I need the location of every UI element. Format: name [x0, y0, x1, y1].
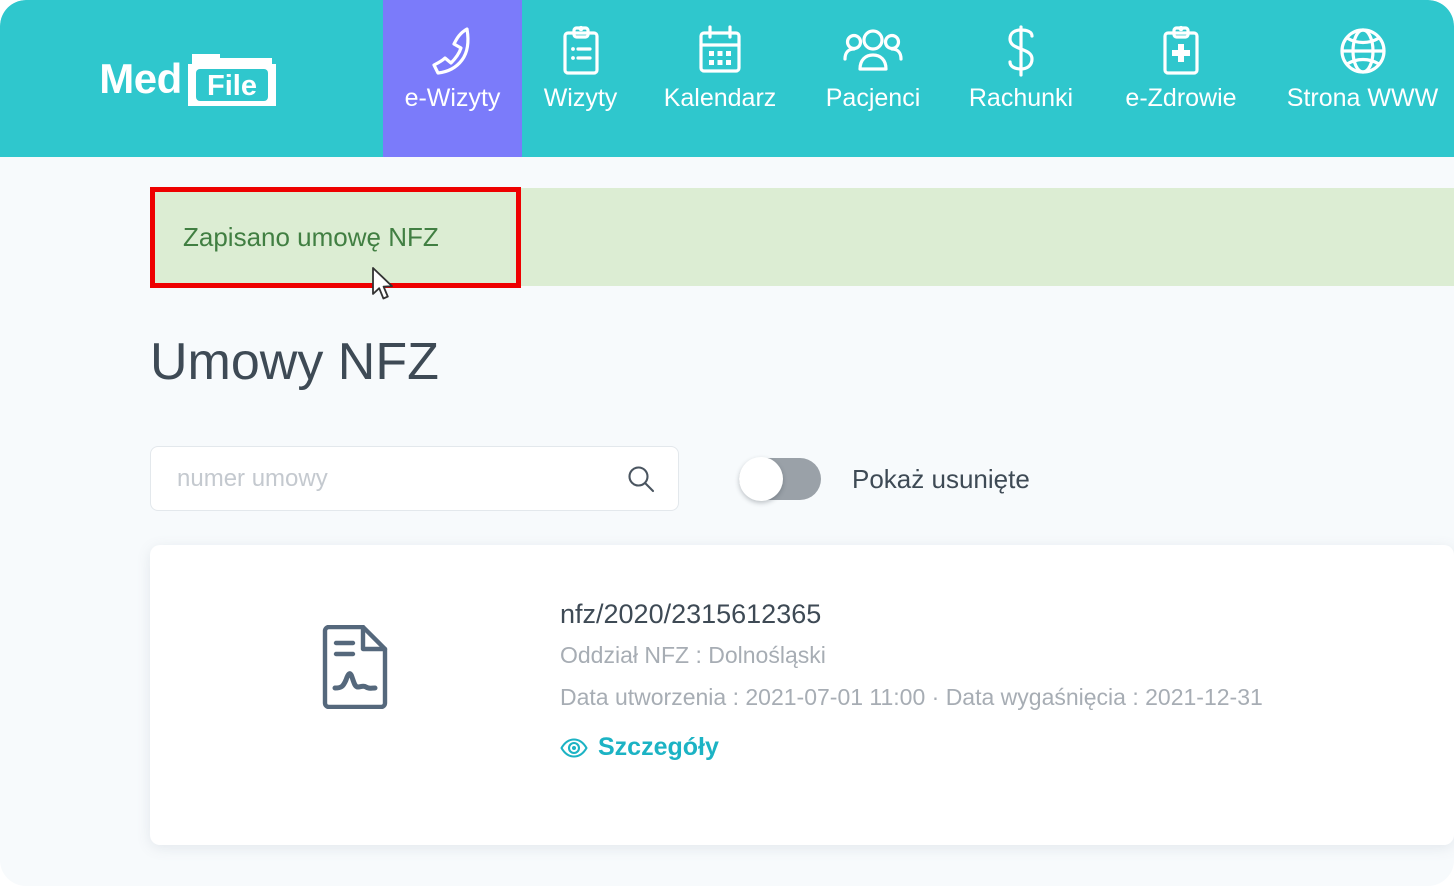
document-signature-icon — [150, 601, 560, 709]
eye-icon — [560, 737, 588, 758]
search-box[interactable] — [150, 446, 679, 511]
nav-item-strona-www[interactable]: Strona WWW — [1265, 0, 1454, 157]
nav-label-e-zdrowie: e-Zdrowie — [1125, 84, 1237, 112]
nav-label-strona-www: Strona WWW — [1286, 84, 1439, 112]
nav-item-e-wizyty[interactable]: e-Wizyty — [383, 0, 522, 157]
page-title: Umowy NFZ — [150, 333, 439, 391]
top-navigation-bar: Med File e-Wizyty Wizyty Kalendarz Pacje… — [0, 0, 1454, 157]
clipboard-plus-icon — [1159, 20, 1203, 82]
nav-item-rachunki[interactable]: Rachunki — [945, 0, 1097, 157]
details-label: Szczegóły — [598, 733, 719, 761]
nav-label-rachunki: Rachunki — [968, 84, 1074, 112]
contract-card[interactable]: nfz/2020/2315612365 Oddział NFZ : Dolnoś… — [150, 545, 1454, 845]
search-icon[interactable] — [626, 464, 656, 494]
contract-details: nfz/2020/2315612365 Oddział NFZ : Dolnoś… — [560, 601, 1454, 763]
nav-item-e-zdrowie[interactable]: e-Zdrowie — [1097, 0, 1265, 157]
details-link[interactable]: Szczegóły — [560, 735, 719, 760]
nav-label-wizyty: Wizyty — [543, 84, 618, 112]
dollar-sign-icon — [1001, 20, 1041, 82]
show-deleted-label: Pokaż usunięte — [852, 463, 1030, 494]
alert-message: Zapisano umowę NFZ — [183, 222, 439, 252]
nav-item-wizyty[interactable]: Wizyty — [522, 0, 639, 157]
calendar-icon — [696, 20, 744, 82]
application-window: Med File e-Wizyty Wizyty Kalendarz Pacje… — [0, 0, 1454, 886]
svg-text:File: File — [207, 70, 257, 102]
clipboard-list-icon — [559, 20, 603, 82]
brand-name-med: Med — [99, 54, 182, 102]
search-input[interactable] — [151, 447, 678, 510]
folder-icon: File — [186, 50, 278, 108]
controls-row: Pokaż usunięte — [150, 446, 1030, 511]
contracts-list: nfz/2020/2315612365 Oddział NFZ : Dolnoś… — [150, 545, 1454, 845]
toggle-knob — [739, 456, 783, 501]
people-group-icon — [843, 20, 903, 82]
show-deleted-toggle[interactable] — [739, 456, 821, 501]
contract-branch: Oddział NFZ : Dolnośląski — [560, 642, 826, 668]
globe-icon — [1338, 20, 1388, 82]
show-deleted-toggle-group: Pokaż usunięte — [739, 456, 1030, 501]
success-alert-banner: Zapisano umowę NFZ — [150, 188, 1454, 286]
contract-dates: Data utworzenia : 2021-07-01 11:00 · Dat… — [560, 684, 1263, 710]
nav-label-e-wizyty: e-Wizyty — [404, 84, 501, 112]
nav-label-kalendarz: Kalendarz — [663, 84, 777, 112]
brand-logo[interactable]: Med File — [0, 0, 383, 157]
nav-item-pacjenci[interactable]: Pacjenci — [801, 0, 945, 157]
nav-label-pacjenci: Pacjenci — [825, 84, 921, 112]
phone-call-icon — [429, 20, 477, 82]
contract-number: nfz/2020/2315612365 — [560, 599, 822, 629]
nav-item-kalendarz[interactable]: Kalendarz — [639, 0, 801, 157]
